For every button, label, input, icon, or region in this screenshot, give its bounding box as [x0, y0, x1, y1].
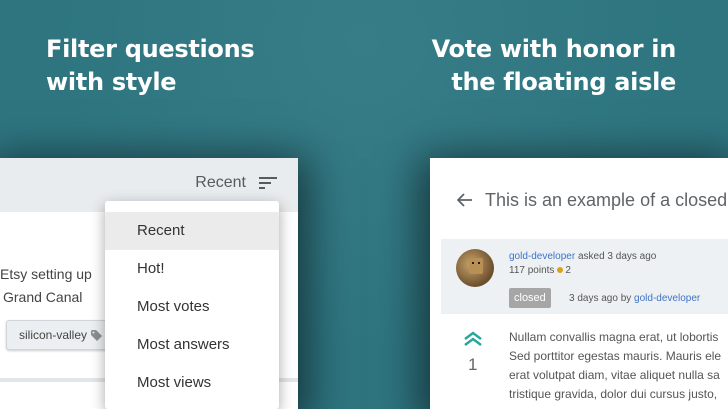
sort-label[interactable]: Recent — [195, 174, 246, 192]
card-title-line2[interactable]: Grand Canal — [3, 289, 82, 305]
tag-label: silicon-valley — [19, 328, 88, 342]
headline-vote-line1: Vote with honor in — [431, 35, 677, 63]
body-line: erat volutpat diam, vitae aliquet nulla … — [509, 368, 720, 382]
body-line: Sed porttitor egestas mauris. Mauris ele — [509, 349, 722, 363]
sort-icon[interactable] — [259, 176, 277, 190]
closed-by-link[interactable]: gold-developer — [634, 293, 700, 304]
closed-badge: closed — [509, 288, 551, 308]
gold-badge-icon — [557, 267, 564, 273]
sort-dropdown-menu: Recent Hot! Most votes Most answers Most… — [105, 201, 279, 409]
question-body: Nullam convallis magna erat, ut lobortis… — [509, 328, 728, 404]
headline-filter: Filter questions with style — [46, 33, 255, 99]
author-link[interactable]: gold-developer — [509, 251, 575, 262]
card-title-line1[interactable]: Etsy setting up — [0, 266, 92, 282]
filter-screen: Recent Etsy setting up Grand Canal silic… — [0, 158, 298, 409]
body-line: tristique gravida, dolor dui cursus just… — [509, 387, 718, 401]
asked-text: asked 3 days ago — [577, 251, 657, 262]
points-line: 117 points 2 — [509, 265, 571, 276]
vote-count: 1 — [468, 355, 478, 374]
headline-filter-line1: Filter questions — [46, 35, 255, 63]
badge-count: 2 — [565, 265, 571, 276]
headline-vote: Vote with honor in the floating aisle — [431, 33, 677, 99]
upvote-icon[interactable] — [463, 331, 483, 347]
menu-item-most-answers[interactable]: Most answers — [105, 326, 279, 364]
menu-item-most-votes[interactable]: Most votes — [105, 288, 279, 326]
points-text: 117 points — [509, 265, 555, 276]
closed-meta-prefix: 3 days ago by — [569, 293, 632, 304]
menu-item-most-views[interactable]: Most views — [105, 364, 279, 402]
headline-filter-line2: with style — [46, 68, 177, 96]
menu-item-hot[interactable]: Hot! — [105, 250, 279, 288]
question-title: This is an example of a closed — [485, 190, 728, 210]
author-box: gold-developer asked 3 days ago 117 poin… — [441, 239, 728, 314]
closed-meta: 3 days ago by gold-developer — [569, 293, 700, 304]
body-line: Nullam convallis magna erat, ut lobortis — [509, 330, 719, 344]
menu-item-recent[interactable]: Recent — [105, 212, 279, 250]
back-arrow-icon[interactable] — [457, 193, 473, 207]
author-line: gold-developer asked 3 days ago — [509, 251, 656, 262]
question-screen: This is an example of a closed gold-deve… — [430, 158, 728, 409]
tag-icon — [91, 329, 103, 341]
avatar[interactable] — [456, 249, 494, 287]
headline-vote-line2: the floating aisle — [451, 68, 676, 96]
tag-chip[interactable]: silicon-valley — [6, 320, 116, 350]
